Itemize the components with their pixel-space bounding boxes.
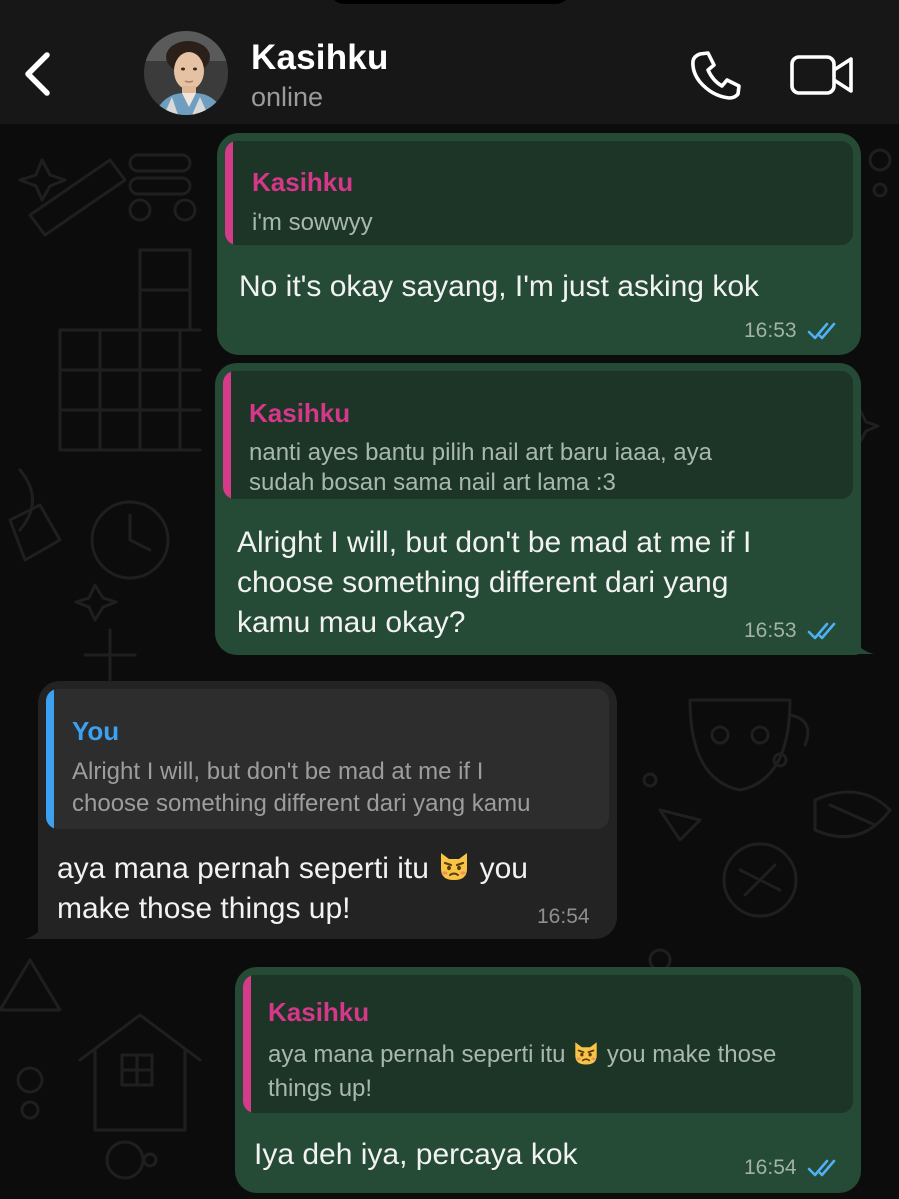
message-bubble-outgoing[interactable]: Kasihku nanti ayes bantu pilih nail art … [215,363,861,655]
quoted-reply[interactable]: You Alright I will, but don't be mad at … [46,689,609,829]
quote-text-segment: aya mana pernah seperti itu [268,1041,566,1068]
video-camera-icon [790,55,853,95]
chevron-left-icon [25,52,50,96]
quote-text-line-1: aya mana pernah seperti itu you make tho… [268,1039,776,1071]
quoted-reply[interactable]: Kasihku aya mana pernah seperti itu you … [243,975,853,1113]
video-call-button[interactable] [788,50,856,100]
quote-author: Kasihku [268,997,370,1027]
message-time: 16:53 [744,619,797,642]
quote-text: i'm sowwyy [252,209,373,236]
quote-text-segment: you make those [606,1041,777,1068]
message-time: 16:53 [744,319,797,342]
device-notch [330,0,570,4]
message-text-line-3: kamu mau okay? [237,606,466,639]
quote-text-line-1: nanti ayes bantu pilih nail art baru iaa… [249,439,712,466]
quote-text-line-2: choose something different dari yang kam… [72,790,531,817]
message-text-segment: you [479,852,528,885]
quote-author: Kasihku [252,167,354,197]
message-text-line-2: choose something different dari yang [237,566,729,599]
phone-icon [691,51,741,100]
contact-avatar[interactable] [144,31,228,115]
pouting-cat-emoji [441,853,468,880]
contact-name[interactable]: Kasihku [251,38,389,78]
message-text-line-1: Alright I will, but don't be mad at me i… [237,526,752,559]
read-ticks-icon [807,322,836,340]
quote-accent-bar [46,689,54,829]
quote-text-line-2: sudah bosan sama nail art lama :3 [249,469,616,496]
chat-header: Kasihku online [0,0,899,124]
back-button[interactable] [14,44,60,104]
message-text-line-1: aya mana pernah seperti itu you [57,849,528,889]
quoted-reply[interactable]: Kasihku nanti ayes bantu pilih nail art … [223,371,853,499]
read-ticks-icon [807,622,836,640]
message-text: Iya deh iya, percaya kok [254,1138,578,1171]
quote-accent-bar [243,975,251,1113]
contact-status: online [251,82,324,112]
quoted-reply[interactable]: Kasihku i'm sowwyy [225,141,853,245]
quote-accent-bar [223,371,231,499]
message-bubble-outgoing[interactable]: Kasihku i'm sowwyy No it's okay sayang, … [217,133,861,355]
message-text-segment: aya mana pernah seperti itu [57,852,429,885]
message-text: No it's okay sayang, I'm just asking kok [239,270,760,303]
pouting-cat-emoji [575,1042,597,1065]
quote-author: You [72,716,120,746]
voice-call-button[interactable] [688,48,744,102]
quote-text-line-2: things up! [268,1075,373,1102]
avatar-image [144,31,228,115]
message-bubble-incoming[interactable]: You Alright I will, but don't be mad at … [38,681,617,939]
quote-text-line-1: Alright I will, but don't be mad at me i… [72,758,484,785]
message-text-line-2: make those things up! [57,892,351,925]
message-time: 16:54 [744,1156,797,1179]
chat-screen: Kasihku online Kasihku i'm sowwyy No it'… [0,0,899,1199]
message-bubble-outgoing[interactable]: Kasihku aya mana pernah seperti itu you … [235,967,861,1193]
quote-accent-bar [225,141,233,245]
quote-author: Kasihku [249,398,351,428]
message-time: 16:54 [537,905,590,928]
read-ticks-icon [807,1159,836,1177]
